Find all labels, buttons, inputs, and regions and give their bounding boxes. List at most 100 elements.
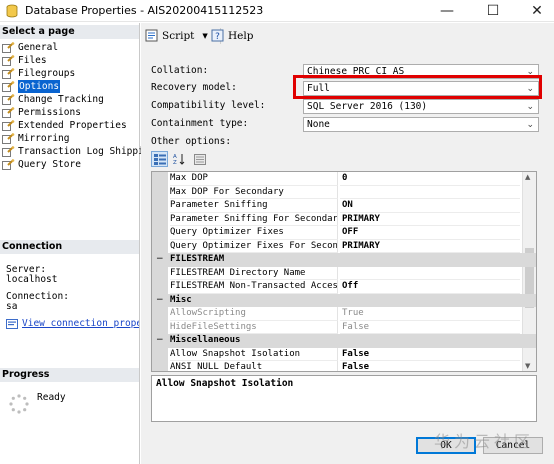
page-item-extended-properties[interactable]: Extended Properties <box>2 119 139 132</box>
close-button[interactable]: ✕ <box>522 0 552 22</box>
progress-spinner-icon <box>9 394 29 414</box>
grid-row[interactable]: Max DOP For Secondary <box>152 185 536 199</box>
property-value[interactable] <box>340 267 520 280</box>
page-item-options[interactable]: Options <box>2 80 139 93</box>
left-pane: Select a page General Files Filegroups Opti… <box>0 23 155 464</box>
page-item-label: Extended Properties <box>18 120 127 131</box>
grid-gutter <box>152 266 168 280</box>
grid-row[interactable]: HideFileSettings False <box>152 320 536 334</box>
grid-gutter <box>152 239 168 253</box>
connection-header: Connection <box>0 240 139 254</box>
property-name: Parameter Sniffing <box>170 199 338 213</box>
wrench-page-icon <box>2 159 15 170</box>
page-item-label: Transaction Log Shipping <box>18 146 156 157</box>
grid-gutter <box>152 280 168 294</box>
property-value[interactable]: False <box>340 321 520 334</box>
grid-row[interactable]: FILESTREAM Non-Transacted Access Off <box>152 280 536 294</box>
grid-category[interactable]: − Misc <box>152 293 536 307</box>
maximize-button[interactable]: ☐ <box>478 0 508 22</box>
property-value[interactable]: False <box>340 348 520 361</box>
collapse-icon[interactable]: − <box>156 334 164 347</box>
grid-gutter <box>152 226 168 240</box>
property-value[interactable]: Off <box>340 280 520 294</box>
page-item-label: Options <box>18 80 61 93</box>
page-item-mirroring[interactable]: Mirroring <box>2 132 139 145</box>
property-value[interactable]: PRIMARY <box>340 240 520 253</box>
grid-row[interactable]: Query Optimizer Fixes OFF <box>152 226 536 240</box>
svg-text:Z: Z <box>173 160 177 165</box>
page-item-general[interactable]: General <box>2 41 139 54</box>
progress-header: Progress <box>0 368 139 382</box>
recovery-model-label: Recovery model: <box>151 82 237 93</box>
other-options-label: Other options: <box>151 136 232 147</box>
category-label: Misc <box>170 294 192 305</box>
property-name: Allow Snapshot Isolation <box>170 347 338 361</box>
page-item-transaction-log-shipping[interactable]: Transaction Log Shipping <box>2 145 155 158</box>
property-value[interactable]: True <box>340 307 520 321</box>
property-value[interactable]: PRIMARY <box>340 213 520 226</box>
property-value[interactable]: ON <box>340 199 520 213</box>
chevron-down-icon: ⌄ <box>526 120 534 130</box>
wrench-page-icon <box>2 42 15 53</box>
containment-type-select[interactable]: None ⌄ <box>303 117 539 132</box>
view-connection-properties-link[interactable]: View connection properties <box>6 318 139 329</box>
dropdown-arrow-icon[interactable]: ▼ <box>202 32 207 40</box>
properties-icon <box>6 318 18 329</box>
page-item-label: Mirroring <box>18 133 70 144</box>
grid-gutter <box>152 172 168 186</box>
grid-gutter <box>152 361 168 371</box>
collapse-icon[interactable]: − <box>156 294 164 307</box>
wrench-page-icon <box>2 94 15 105</box>
grid-category[interactable]: − Miscellaneous <box>152 334 536 348</box>
highlight-box <box>293 75 542 99</box>
grid-toolbar: AZ <box>151 151 208 168</box>
property-name: HideFileSettings <box>170 320 338 334</box>
page-item-query-store[interactable]: Query Store <box>2 158 139 171</box>
compatibility-level-label: Compatibility level: <box>151 100 266 111</box>
page-item-label: Files <box>18 55 47 66</box>
page-item-change-tracking[interactable]: Change Tracking <box>2 93 139 106</box>
property-value[interactable]: OFF <box>340 226 520 240</box>
property-name: Query Optimizer Fixes For Secondary <box>170 239 338 253</box>
grid-row[interactable]: ANSI NULL Default False <box>152 361 536 371</box>
minimize-button[interactable]: — <box>432 0 462 22</box>
sort-alphabetical-icon[interactable]: AZ <box>171 151 188 167</box>
grid-gutter <box>152 185 168 199</box>
view-connection-link-text[interactable]: View connection properties <box>22 318 139 329</box>
property-pages-icon[interactable] <box>191 151 208 167</box>
wrench-page-icon <box>2 146 15 157</box>
page-item-permissions[interactable]: Permissions <box>2 106 139 119</box>
page-item-files[interactable]: Files <box>2 54 139 67</box>
grid-row[interactable]: FILESTREAM Directory Name <box>152 266 536 280</box>
property-value[interactable] <box>340 186 520 199</box>
page-item-filegroups[interactable]: Filegroups <box>2 67 139 80</box>
property-value[interactable]: 0 <box>340 172 520 186</box>
compatibility-level-select[interactable]: SQL Server 2016 (130) ⌄ <box>303 99 539 114</box>
connection-value: sa <box>6 301 18 312</box>
page-item-label: Query Store <box>18 159 81 170</box>
chevron-down-icon: ⌄ <box>526 102 534 112</box>
script-button[interactable]: Script ▼ <box>145 29 208 42</box>
collapse-icon[interactable]: − <box>156 253 164 266</box>
page-item-label: Change Tracking <box>18 94 104 105</box>
grid-gutter <box>152 307 168 321</box>
categorized-icon[interactable] <box>151 151 168 167</box>
containment-type-label: Containment type: <box>151 118 249 129</box>
grid-row[interactable]: Parameter Sniffing For Secondary PRIMARY <box>152 212 536 226</box>
grid-row[interactable]: Query Optimizer Fixes For SecondaryPRIMA… <box>152 239 536 253</box>
wrench-page-icon <box>2 55 15 66</box>
grid-row[interactable]: Parameter Sniffing ON <box>152 199 536 213</box>
wrench-page-icon <box>2 133 15 144</box>
property-name: ANSI NULL Default <box>170 361 338 371</box>
help-button[interactable]: ? Help <box>211 29 253 42</box>
grid-row[interactable]: Max DOP 0 <box>152 172 536 186</box>
property-name: AllowScripting <box>170 307 338 321</box>
grid-gutter <box>152 347 168 361</box>
property-value[interactable]: False <box>340 361 520 371</box>
grid-category[interactable]: − FILESTREAM <box>152 253 536 267</box>
property-name: Max DOP <box>170 172 338 186</box>
grid-row[interactable]: Allow Snapshot Isolation False <box>152 347 536 361</box>
help-icon: ? <box>211 29 224 42</box>
grid-row[interactable]: AllowScripting True <box>152 307 536 321</box>
property-description: Allow Snapshot Isolation <box>151 375 537 422</box>
